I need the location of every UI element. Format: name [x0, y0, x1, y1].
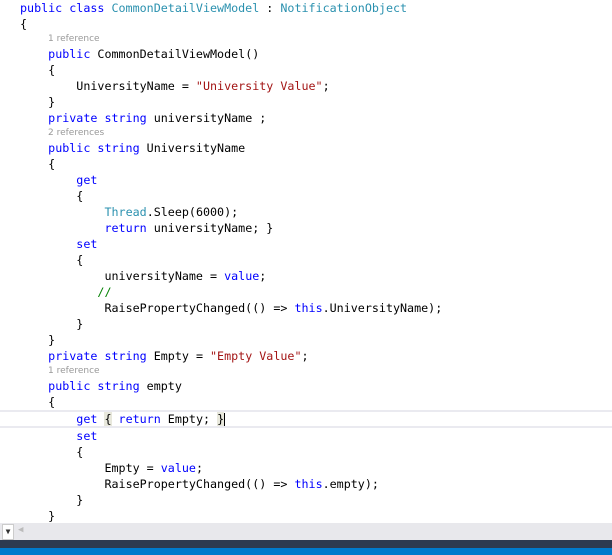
- code-token: universityName =: [104, 269, 225, 283]
- code-token: private string: [48, 111, 154, 125]
- code-token: ;: [322, 79, 330, 93]
- code-line: public CommonDetailViewModel(): [20, 46, 612, 62]
- code-token: {: [76, 189, 84, 203]
- code-token: public string: [48, 379, 147, 393]
- code-token: UniversityName =: [76, 79, 196, 93]
- code-line: {: [20, 188, 612, 204]
- code-token: public class: [20, 1, 112, 15]
- code-line: universityName = value;: [20, 268, 612, 284]
- code-token: RaisePropertyChanged(() =>: [104, 301, 295, 315]
- code-token: }: [217, 412, 225, 426]
- code-token: UniversityName: [146, 141, 246, 155]
- code-line: {: [20, 252, 612, 268]
- code-token: "University Value": [195, 79, 323, 93]
- code-line: RaisePropertyChanged(() => this.Universi…: [20, 300, 612, 316]
- code-token: universityName; }: [153, 221, 274, 235]
- code-line: {: [20, 16, 612, 32]
- code-token: .UniversityName);: [322, 301, 443, 315]
- code-token: RaisePropertyChanged(() =>: [104, 477, 295, 491]
- code-line: set: [20, 428, 612, 444]
- codelens-reference-link[interactable]: 2 references: [48, 128, 104, 138]
- code-token: public: [48, 47, 98, 61]
- code-token: }: [76, 317, 84, 331]
- code-token: "Empty Value": [210, 349, 302, 363]
- code-token: {: [48, 63, 56, 77]
- codelens-reference-link[interactable]: 1 reference: [48, 34, 100, 44]
- dropdown-arrow-icon[interactable]: ▼: [2, 524, 14, 540]
- code-token: {: [104, 412, 112, 426]
- code-line: RaisePropertyChanged(() => this.empty);: [20, 476, 612, 492]
- code-line: public string UniversityName: [20, 140, 612, 156]
- code-token: private string: [48, 349, 154, 363]
- code-editor[interactable]: public class CommonDetailViewModel : Not…: [0, 0, 612, 524]
- code-token: .Sleep(6000);: [146, 205, 239, 219]
- code-token: }: [48, 509, 56, 523]
- code-token: CommonDetailViewModel: [111, 1, 260, 15]
- code-line: private string Empty = "Empty Value";: [20, 348, 612, 364]
- code-line: }: [20, 332, 612, 348]
- horizontal-scrollbar[interactable]: ▼ ◀: [0, 523, 612, 540]
- code-token: NotificationObject: [280, 1, 408, 15]
- code-line: }: [20, 94, 612, 110]
- code-token: }: [48, 95, 56, 109]
- code-token: {: [76, 253, 84, 267]
- code-line: }: [20, 508, 612, 524]
- code-line: get: [20, 172, 612, 188]
- codelens-reference-link[interactable]: 1 reference: [48, 366, 100, 376]
- code-token: .empty);: [322, 477, 379, 491]
- code-token: CommonDetailViewModel(): [97, 47, 260, 61]
- text-caret: [224, 413, 226, 426]
- code-token: universityName ;: [153, 111, 267, 125]
- code-token: Thread: [104, 205, 147, 219]
- code-token: Empty;: [167, 412, 218, 426]
- code-token: set: [76, 429, 98, 443]
- code-line: return universityName; }: [20, 220, 612, 236]
- code-token: this: [294, 301, 323, 315]
- code-token: ;: [259, 269, 267, 283]
- code-line: {: [20, 156, 612, 172]
- code-line: public string empty: [20, 378, 612, 394]
- current-code-line: get { return Empty; }: [0, 410, 612, 428]
- code-token: empty: [146, 379, 182, 393]
- code-token: Empty =: [153, 349, 211, 363]
- code-token: {: [76, 445, 84, 459]
- status-bar: [0, 548, 612, 555]
- code-token: return: [111, 412, 168, 426]
- code-token: public string: [48, 141, 147, 155]
- code-token: Empty =: [104, 461, 161, 475]
- code-token: ;: [195, 461, 203, 475]
- code-token: }: [48, 333, 56, 347]
- code-line: Empty = value;: [20, 460, 612, 476]
- code-token: get: [76, 173, 98, 187]
- reference-count-line: 1 reference: [20, 32, 612, 46]
- code-line: }: [20, 316, 612, 332]
- code-token: value: [224, 269, 260, 283]
- code-token: {: [48, 395, 56, 409]
- code-token: {: [48, 157, 56, 171]
- code-line: {: [20, 394, 612, 410]
- code-line: Thread.Sleep(6000);: [20, 204, 612, 220]
- code-token: return: [104, 221, 154, 235]
- code-token: ;: [301, 349, 309, 363]
- code-line: }: [20, 492, 612, 508]
- code-token: this: [294, 477, 323, 491]
- code-line: set: [20, 236, 612, 252]
- code-line: //: [20, 284, 612, 300]
- code-token: get: [76, 412, 105, 426]
- code-token: //: [97, 285, 112, 299]
- code-line: {: [20, 62, 612, 78]
- reference-count-line: 1 reference: [20, 364, 612, 378]
- code-line: UniversityName = "University Value";: [20, 78, 612, 94]
- reference-count-line: 2 references: [20, 126, 612, 140]
- code-line: private string universityName ;: [20, 110, 612, 126]
- panel-divider: [0, 540, 612, 548]
- scroll-left-icon[interactable]: ◀: [18, 525, 23, 535]
- code-line: public class CommonDetailViewModel : Not…: [20, 0, 612, 16]
- code-token: {: [20, 17, 28, 31]
- code-line: {: [20, 444, 612, 460]
- code-token: set: [76, 237, 98, 251]
- code-token: }: [76, 493, 84, 507]
- code-token: :: [259, 1, 281, 15]
- code-token: value: [160, 461, 196, 475]
